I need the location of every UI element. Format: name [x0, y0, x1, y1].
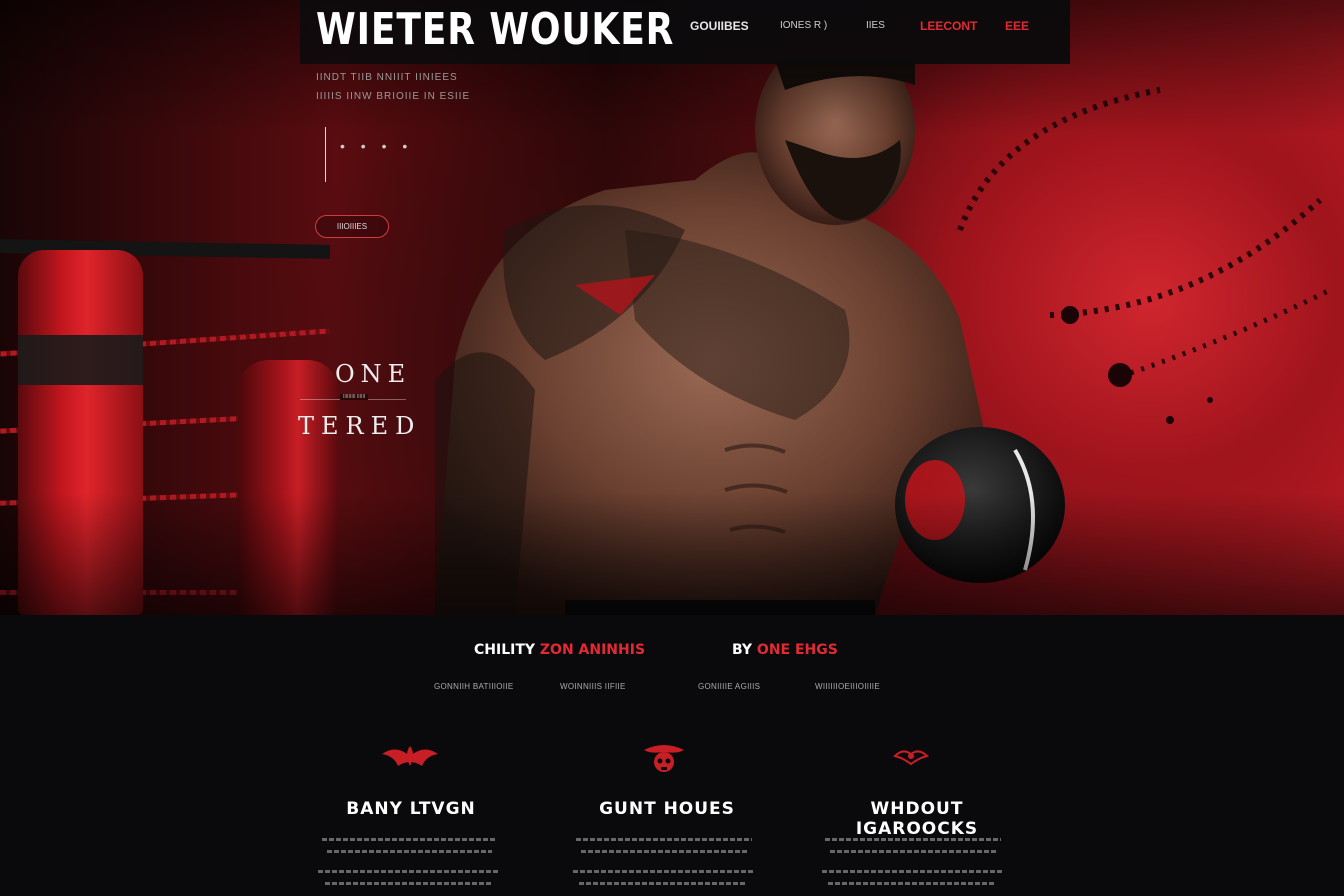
heading-right-white: BY: [732, 642, 753, 658]
nav-item-3[interactable]: IIES: [866, 20, 885, 31]
small-emblem-icon: [893, 750, 929, 766]
skull-crest-icon: [644, 745, 684, 772]
brand-logo[interactable]: WIETER WOUKER: [316, 4, 674, 55]
feature-title-1: BANY LTVGN: [346, 799, 476, 819]
feature-text-line: [573, 870, 753, 873]
hero-cta-button[interactable]: IIIOIIIES: [315, 215, 389, 238]
section-link-3[interactable]: GONIIIIE AGIIIS: [698, 682, 760, 691]
section-link-2[interactable]: WOINNIIIS IIFIIE: [560, 682, 626, 691]
feature-text-line: [830, 850, 996, 853]
feature-text-line: [822, 870, 1002, 873]
winged-emblem-icon: [382, 746, 438, 766]
section-link-4[interactable]: WIIIIIIOEIIIOIIIIE: [815, 682, 880, 691]
section-link-1[interactable]: GONNIIH BATIIIOIIE: [434, 682, 513, 691]
heading-left-red: ZON ANINHIS: [539, 642, 646, 658]
slider-dots[interactable]: • • • •: [340, 138, 413, 154]
hero-tagline: IIIIIS IINW BRIOIIE IN ESIIE: [316, 91, 471, 102]
hero-tagline: IINDT TIIB NNIIIT IINIEES: [316, 72, 458, 83]
feature-title-2: GUNT HOUES: [599, 799, 735, 819]
heading-right-red: ONE EHGS: [756, 642, 838, 658]
feature-title-3: WHDOUT IGAROOCKS: [855, 799, 979, 839]
feature-text-line: [327, 850, 492, 853]
heading-left-white: CHILITY: [474, 642, 536, 658]
hero-word-top: ONE: [335, 360, 412, 388]
feature-text-line: [576, 838, 752, 841]
feature-text-line: [581, 850, 747, 853]
feature-text-line: [579, 882, 747, 885]
feature-text-line: [322, 838, 497, 841]
hero-divider: [325, 127, 326, 182]
hero-word-divider-text: IIIIIIIII IIIIII: [340, 394, 369, 400]
feature-text-line: [828, 882, 996, 885]
feature-text-line: [318, 870, 498, 873]
nav-item-5[interactable]: EEE: [1005, 19, 1029, 33]
feature-text-line: [825, 838, 1001, 841]
hero-banner: [0, 0, 1344, 615]
nav-item-1[interactable]: GOUIIBES: [690, 19, 749, 33]
section-heading-right: BY ONE EHGS: [732, 642, 838, 658]
hero-vignette: [0, 0, 1344, 615]
nav-item-4[interactable]: LEECONT: [920, 19, 977, 33]
feature-text-line: [325, 882, 493, 885]
nav-item-2[interactable]: IONES R ): [780, 20, 827, 31]
hero-word-bottom: TERED: [298, 412, 422, 440]
section-heading-left: CHILITY ZON ANINHIS: [474, 642, 645, 658]
